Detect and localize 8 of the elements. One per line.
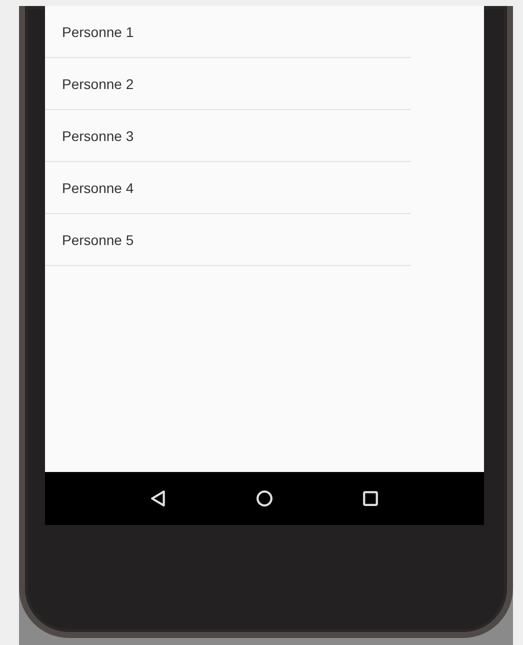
list-item[interactable]: Personne 2 — [45, 58, 411, 110]
list-item[interactable]: Personne 5 — [45, 214, 411, 266]
list-item[interactable]: Personne 4 — [45, 162, 411, 214]
square-icon[interactable] — [362, 490, 380, 507]
circle-icon[interactable] — [256, 490, 273, 507]
list-item[interactable]: Personne 1 — [45, 6, 411, 58]
list-item[interactable]: Personne 3 — [45, 110, 411, 162]
triangle-icon[interactable] — [150, 490, 167, 507]
